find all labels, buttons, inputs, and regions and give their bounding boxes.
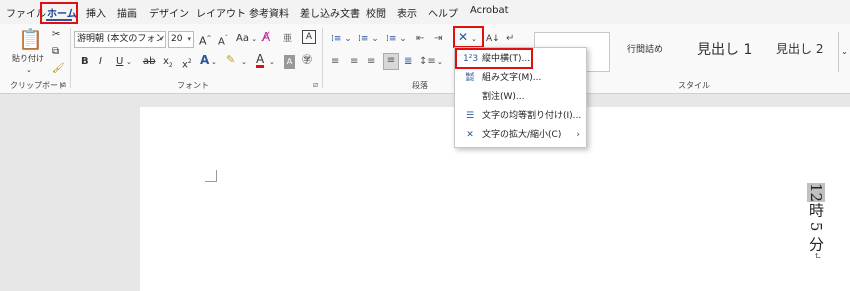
- chevron-down-icon[interactable]: ⌄: [269, 55, 275, 69]
- ribbon-tab-bar: ファイル ホーム 挿入 描画 デザイン レイアウト 参考資料 差し込み文書 校閲…: [0, 0, 850, 24]
- tate-chu-yoko-number: 12: [807, 183, 825, 203]
- clipboard-group-label: クリップボード: [10, 81, 66, 90]
- sort-icon[interactable]: A↓: [486, 32, 500, 46]
- copy-icon[interactable]: ⧉: [52, 45, 59, 59]
- format-painter-icon[interactable]: 🖌: [52, 62, 65, 76]
- vertical-document-text[interactable]: 12時 5 分↵: [806, 183, 826, 260]
- italic-button[interactable]: I: [99, 55, 102, 69]
- bold-button[interactable]: B: [81, 55, 89, 69]
- tab-layout[interactable]: レイアウト: [196, 5, 246, 20]
- home-tab-highlight-box: [40, 2, 78, 24]
- tab-mailings[interactable]: 差し込み文書: [300, 5, 360, 20]
- style-heading-2[interactable]: 見出し 2: [776, 40, 823, 57]
- enclosed-character-icon[interactable]: ㊫: [302, 54, 312, 68]
- align-left-icon[interactable]: ≡: [331, 55, 339, 69]
- change-case-button[interactable]: Aa ⌄: [236, 32, 257, 46]
- asian-layout-highlight-box: [453, 26, 484, 48]
- menu-item-kumimoji[interactable]: ㍿ 組み文字(M)...: [455, 69, 586, 88]
- menu-item-label: 文字の拡大/縮小(C): [482, 130, 562, 140]
- tab-references[interactable]: 参考資料: [249, 5, 289, 20]
- menu-item-char-scale[interactable]: ✕ 文字の拡大/縮小(C) ›: [455, 126, 586, 145]
- line-spacing-icon[interactable]: ↕≡: [419, 55, 436, 69]
- menu-item-label: 組み文字(M)...: [482, 73, 542, 83]
- font-name-value: 游明朝 (本文のフォント: [77, 34, 166, 44]
- increase-indent-icon[interactable]: ⇥: [434, 32, 442, 46]
- align-center-icon[interactable]: ≡: [350, 55, 358, 69]
- tab-insert[interactable]: 挿入: [86, 5, 106, 20]
- margin-corner-mark: [205, 170, 217, 182]
- vertical-text-rest: 時 5 分: [807, 202, 825, 252]
- bullets-icon[interactable]: ⁞≡ ⌄: [331, 32, 352, 46]
- cut-icon[interactable]: ✂: [52, 28, 60, 42]
- menu-item-label: 文字の均等割り付け(I)...: [482, 111, 582, 121]
- style-heading-1[interactable]: 見出し 1: [697, 39, 752, 59]
- chevron-down-icon[interactable]: ⌄: [241, 55, 247, 69]
- clear-formatting-icon[interactable]: A̸: [262, 30, 270, 44]
- group-divider: [322, 28, 323, 88]
- subscript-button[interactable]: x2: [163, 55, 173, 73]
- font-group-label: フォント: [177, 81, 209, 90]
- character-border-icon[interactable]: A: [302, 30, 316, 44]
- font-size-value: 20: [171, 34, 183, 44]
- decrease-indent-icon[interactable]: ⇤: [416, 32, 424, 46]
- justify-icon[interactable]: ≡: [383, 53, 399, 70]
- menu-item-warichu[interactable]: 割注(W)...: [455, 88, 586, 107]
- strikethrough-button[interactable]: ab: [143, 55, 155, 69]
- font-launcher-icon[interactable]: ⧄: [313, 80, 318, 90]
- char-scale-icon: ✕: [466, 130, 474, 140]
- font-name-combo[interactable]: 游明朝 (本文のフォント ▾: [74, 31, 166, 48]
- tab-design[interactable]: デザイン: [149, 5, 189, 20]
- font-color-icon[interactable]: A: [256, 53, 265, 68]
- style-no-spacing[interactable]: 行間詰め: [627, 42, 663, 55]
- menu-item-label: 割注(W)...: [482, 92, 525, 102]
- tab-help[interactable]: ヘルプ: [428, 5, 458, 20]
- text-effects-icon[interactable]: A: [200, 53, 209, 67]
- chevron-down-icon[interactable]: ⌄: [437, 55, 443, 69]
- underline-dropdown-icon[interactable]: ⌄: [126, 55, 132, 69]
- chevron-down-icon[interactable]: ▾: [187, 32, 191, 47]
- styles-gallery-more-icon[interactable]: ⌄: [838, 32, 850, 72]
- tab-view[interactable]: 表示: [397, 5, 417, 20]
- superscript-button[interactable]: x2: [182, 55, 192, 72]
- tab-acrobat[interactable]: Acrobat: [470, 5, 509, 16]
- numbering-icon[interactable]: ⁞≡ ⌄: [358, 32, 379, 46]
- multilevel-list-icon[interactable]: ⁞≡ ⌄: [386, 32, 407, 46]
- menu-item-distribute[interactable]: ☰ 文字の均等割り付け(I)...: [455, 107, 586, 126]
- highlight-color-icon[interactable]: ✎: [226, 53, 235, 67]
- chevron-down-icon[interactable]: ▾: [159, 32, 163, 47]
- align-right-icon[interactable]: ≡: [367, 55, 375, 69]
- kumimoji-icon: ㍿: [465, 73, 475, 83]
- chevron-right-icon: ›: [576, 130, 580, 140]
- styles-group-label: スタイル: [678, 81, 710, 90]
- tate-chu-yoko-highlight-box: [455, 48, 533, 69]
- paste-icon[interactable]: 📋: [18, 28, 43, 50]
- distribute-icon: ☰: [465, 111, 475, 121]
- distributed-icon[interactable]: ≣: [404, 55, 412, 69]
- character-shading-icon[interactable]: A: [284, 55, 295, 69]
- group-divider: [70, 28, 71, 88]
- phonetic-guide-icon[interactable]: 亜: [283, 32, 292, 46]
- tab-review[interactable]: 校閲: [366, 5, 386, 20]
- font-size-combo[interactable]: 20 ▾: [168, 31, 194, 48]
- underline-button[interactable]: U: [116, 55, 123, 69]
- show-marks-icon[interactable]: ↵: [506, 32, 514, 46]
- tab-draw[interactable]: 描画: [117, 5, 137, 20]
- shrink-font-button[interactable]: Aˇ: [218, 32, 228, 49]
- paste-dropdown-icon[interactable]: ⌄: [26, 63, 32, 77]
- grow-font-button[interactable]: A^: [199, 32, 212, 49]
- paragraph-mark: ↵: [811, 251, 822, 260]
- paragraph-group-label: 段落: [412, 81, 428, 90]
- chevron-down-icon[interactable]: ⌄: [211, 55, 217, 69]
- clipboard-launcher-icon[interactable]: ⧄: [61, 80, 66, 90]
